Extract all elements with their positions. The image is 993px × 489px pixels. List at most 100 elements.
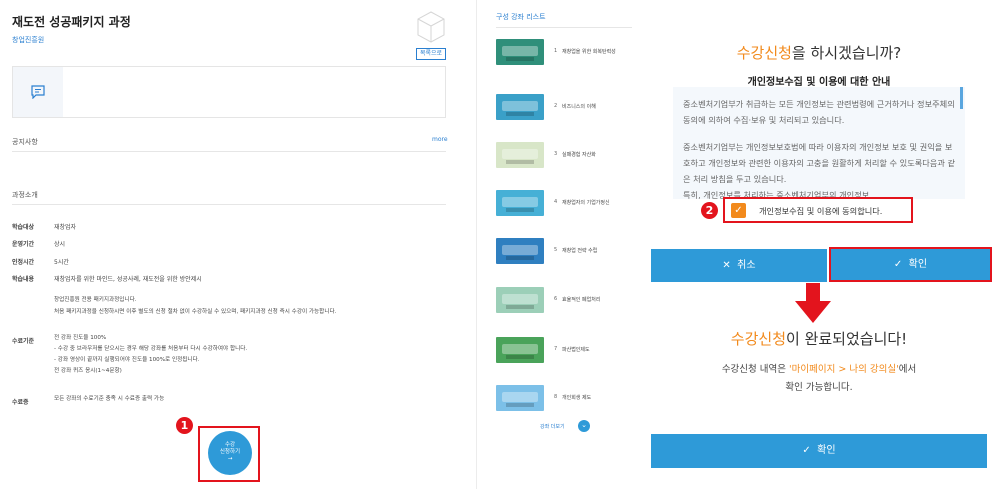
more-link[interactable]: more [432, 136, 448, 143]
course-list-panel: 구성 강좌 리스트 1 재창업을 위한 회복탄력성 2 비즈니스의 이해 3 실… [486, 0, 636, 489]
row-label: 인정시간 [12, 259, 35, 266]
course-thumbnail [496, 238, 544, 264]
enroll-dialog-panel: 수강신청을 하시겠습니까? 개인정보수집 및 이용에 대한 안내 중소벤처기업부… [645, 0, 993, 489]
step-badge-1: 1 [176, 417, 193, 434]
course-item[interactable]: 1 재창업을 위한 회복탄력성 [496, 39, 636, 67]
course-thumbnail [496, 190, 544, 216]
done-text-2: 에서 [898, 364, 917, 375]
privacy-text-box[interactable]: 중소벤처기업부가 취급하는 모든 개인정보는 관련법령에 근거하거나 정보주체의… [673, 87, 965, 199]
desc-line: 창업진흥원 전용 패키지과정입니다. [54, 297, 137, 303]
notice-heading: 공지사항 [12, 138, 38, 146]
course-detail-panel: 재도전 성공패키지 과정 창업진흥원 목록으로 공지사항 more 과정소개 학… [0, 0, 472, 489]
apply-label-2: 신청하기 [219, 449, 241, 455]
row-label: 운영기간 [12, 241, 35, 248]
course-item[interactable]: 7 파산법인제도 [496, 337, 636, 365]
cert-value: 모든 강좌의 수료기준 충족 시 수료증 출력 가능 [54, 396, 165, 402]
arrow-right-icon: → [227, 456, 233, 462]
final-confirm-button[interactable]: ✓ 확인 [651, 434, 987, 468]
row-label: 학습대상 [12, 224, 35, 231]
message-icon [31, 85, 45, 99]
step-badge-2: 2 [701, 202, 718, 219]
course-number: 6 [554, 296, 558, 302]
my-classroom-link[interactable]: '마이페이지 > 나의 강의실' [789, 364, 899, 375]
course-thumbnail [496, 385, 544, 411]
final-confirm-label: 확인 [817, 445, 836, 456]
cancel-label: 취소 [737, 260, 756, 271]
completion-line: 전 강좌 퀴즈 응시(1~4문항) [54, 368, 122, 374]
arrow-down-icon [795, 283, 831, 323]
confirm-question: 수강신청을 하시겠습니까? [645, 42, 993, 63]
done-text-3: 확인 가능합니다. [785, 382, 853, 393]
course-item[interactable]: 4 재창업자의 기업가정신 [496, 190, 636, 218]
checkbox-checked-icon[interactable]: ✓ [731, 203, 746, 218]
panel-divider [476, 0, 477, 489]
scrollbar-thumb[interactable] [960, 87, 963, 109]
completion-line: 전 강좌 진도율 100% [54, 335, 107, 341]
course-number: 2 [554, 103, 558, 109]
course-thumbnail [496, 337, 544, 363]
done-title-highlight: 수강신청 [730, 330, 786, 348]
course-number: 1 [554, 48, 558, 54]
done-message: 수강신청 내역은 '마이페이지 > 나의 강의실'에서 확인 가능합니다. [645, 361, 993, 397]
chevron-down-icon[interactable]: ⌄ [578, 420, 590, 432]
course-title: 재도전 성공패키지 과정 [12, 15, 131, 29]
course-number: 4 [554, 199, 558, 205]
consent-label: 개인정보수집 및 이용에 동의합니다. [759, 206, 883, 216]
done-title-rest: 이 완료되었습니다! [786, 330, 908, 348]
row-value: 재창업자를 위한 마인드, 성공사례, 재도전을 위한 방안제시 [54, 276, 202, 283]
confirm-question-highlight: 수강신청 [736, 44, 792, 62]
completion-line: - 강좌 영상이 끝까지 실행되어야 진도율 100%로 인정됩니다. [54, 357, 200, 363]
row-value: 상시 [54, 241, 66, 248]
intro-heading: 과정소개 [12, 191, 38, 199]
confirm-question-rest: 을 하시겠습니까? [791, 44, 902, 62]
course-name: 재창업 전략 수립 [562, 248, 598, 254]
course-thumbnail [496, 39, 544, 65]
course-number: 8 [554, 394, 558, 400]
privacy-heading: 개인정보수집 및 이용에 대한 안내 [747, 77, 891, 88]
course-item[interactable]: 6 효율적인 폐업처리 [496, 287, 636, 315]
consent-checkbox-row[interactable]: ✓ 개인정보수집 및 이용에 동의합니다. [723, 197, 913, 223]
course-number: 5 [554, 247, 558, 253]
apply-label-1: 수강 [224, 442, 236, 448]
course-name: 재창업을 위한 회복탄력성 [562, 49, 616, 55]
message-box [12, 66, 446, 118]
row-value: 재창업자 [54, 224, 77, 231]
completion-line: - 수강 중 브라우저를 닫으시는 경우 해당 강좌를 처음부터 다시 수강하여… [54, 346, 248, 352]
apply-highlight: 수강 신청하기 → [198, 426, 260, 482]
check-icon: ✓ [802, 445, 811, 456]
cube-icon [417, 11, 445, 43]
divider [496, 27, 632, 28]
course-name: 파산법인제도 [562, 347, 590, 353]
course-name: 개인회생 제도 [562, 395, 592, 401]
confirm-button[interactable]: ✓ 확인 [829, 247, 992, 282]
course-thumbnail [496, 94, 544, 120]
course-item[interactable]: 3 실패경험 자산화 [496, 142, 636, 170]
more-courses-link[interactable]: 강좌 더보기 [540, 423, 565, 430]
confirm-label: 확인 [908, 259, 928, 270]
close-icon: ✕ [722, 260, 731, 271]
divider [12, 204, 446, 205]
course-thumbnail [496, 287, 544, 313]
course-name: 재창업자의 기업가정신 [562, 200, 610, 206]
row-label: 수료기준 [12, 338, 35, 345]
done-text-1: 수강신청 내역은 [721, 364, 790, 375]
desc-line: 처음 패키지과정을 신청하시면 이후 별도의 신청 절차 없이 수강하실 수 있… [54, 309, 337, 315]
course-thumbnail [496, 142, 544, 168]
course-name: 효율적인 폐업처리 [562, 297, 601, 303]
privacy-paragraph: 중소벤처기업부가 취급하는 모든 개인정보는 관련법령에 근거하거나 정보주체의… [683, 99, 955, 125]
org-link[interactable]: 창업진흥원 [12, 35, 44, 45]
apply-button[interactable]: 수강 신청하기 → [208, 431, 252, 475]
done-title: 수강신청이 완료되었습니다! [645, 328, 993, 349]
row-label: 학습내용 [12, 276, 35, 283]
cancel-button[interactable]: ✕ 취소 [651, 249, 827, 282]
list-button[interactable]: 목록으로 [416, 48, 446, 60]
course-item[interactable]: 2 비즈니스의 이해 [496, 94, 636, 122]
course-item[interactable]: 5 재창업 전략 수립 [496, 238, 636, 266]
message-icon-wrap [13, 67, 63, 117]
privacy-paragraph: 중소벤처기업부는 개인정보보호법에 따라 이용자의 개인정보 보호 및 권익을 … [683, 142, 955, 184]
course-name: 비즈니스의 이해 [562, 104, 596, 110]
course-number: 7 [554, 346, 558, 352]
course-list-title: 구성 강좌 리스트 [496, 13, 546, 21]
course-item[interactable]: 8 개인회생 제도 [496, 385, 636, 413]
row-label: 수료증 [12, 399, 29, 406]
